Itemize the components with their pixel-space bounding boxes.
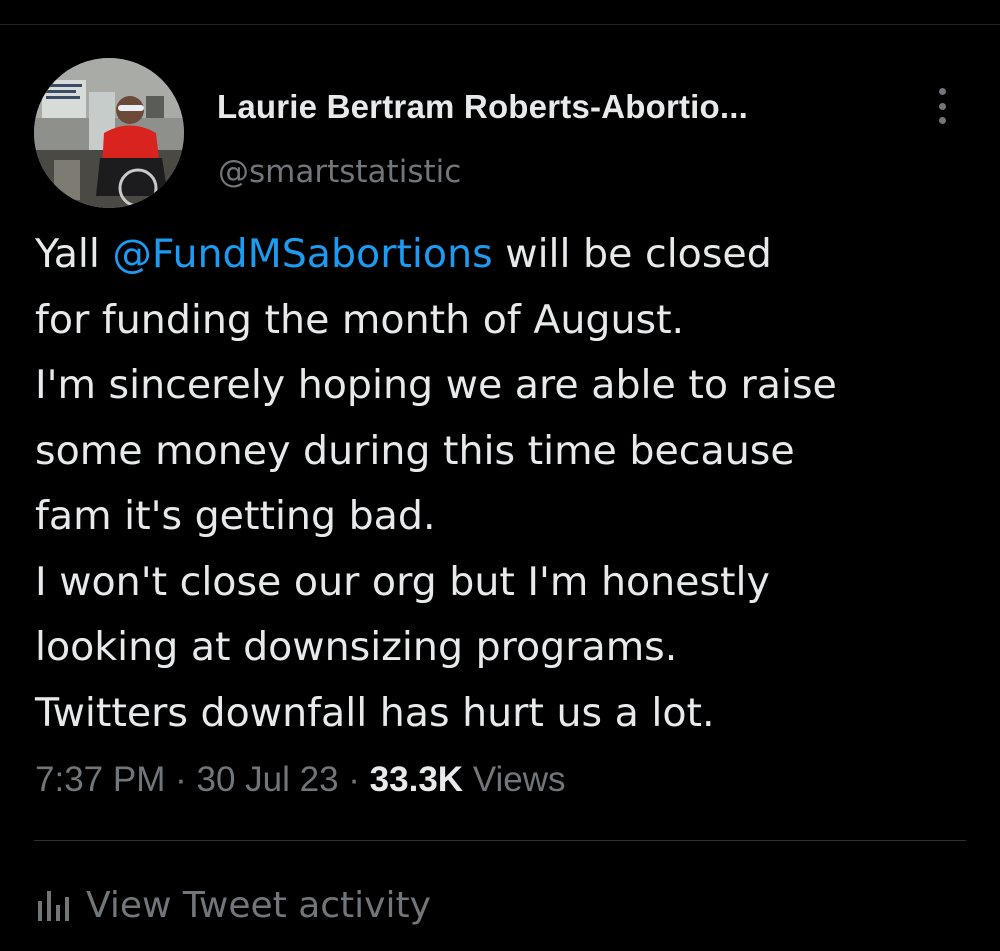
meta-separator: · [348,760,360,799]
author-display-name[interactable]: Laurie Bertram Roberts-Abortio... [217,88,748,126]
tweet-meta: 7:37 PM · 30 Jul 23 · 33.3K Views [35,760,566,800]
tweet-line: some money during this time because [35,427,795,474]
tweet-text-segment: will be closed [492,231,772,277]
more-vertical-icon [938,88,946,95]
tweet-line: fam it's getting bad. [35,493,436,539]
mention-link[interactable]: @FundMSabortions [112,231,492,277]
tweet-line: I'm sincerely hoping we are able to rais… [35,362,837,408]
analytics-bars-icon [38,891,69,921]
meta-separator: · [175,760,187,799]
more-options-button[interactable] [927,84,957,128]
more-vertical-icon-dot [938,117,946,124]
tweet-text: Yall @FundMSabortions will be closed for… [35,222,965,746]
views-count: 33.3K [369,760,464,799]
tweet-line: for funding the month of August. [35,296,685,343]
top-divider [0,24,1000,25]
tweet-header: Laurie Bertram Roberts-Abortio... @smart… [34,58,974,210]
tweet-text-segment: Yall [35,231,113,277]
tweet-line: Twitters downfall has hurt us a lot. [35,689,715,736]
tweet-time[interactable]: 7:37 PM [35,760,165,799]
activity-label: View Tweet activity [86,884,431,926]
tweet-line: I won't close our org but I'm honestly [35,558,770,605]
avatar[interactable] [34,58,184,208]
tweet-line: looking at downsizing programs. [35,624,678,670]
more-vertical-icon-dot [938,102,946,110]
divider [34,840,966,841]
tweet-line: Yall @FundMSabortions will be closed [35,222,965,288]
author-handle[interactable]: @smartstatistic [218,154,461,190]
tweet-date[interactable]: 30 Jul 23 [196,760,338,799]
views-label: Views [472,760,566,799]
profile-photo [34,58,184,208]
view-tweet-activity-button[interactable]: View Tweet activity [36,880,431,930]
